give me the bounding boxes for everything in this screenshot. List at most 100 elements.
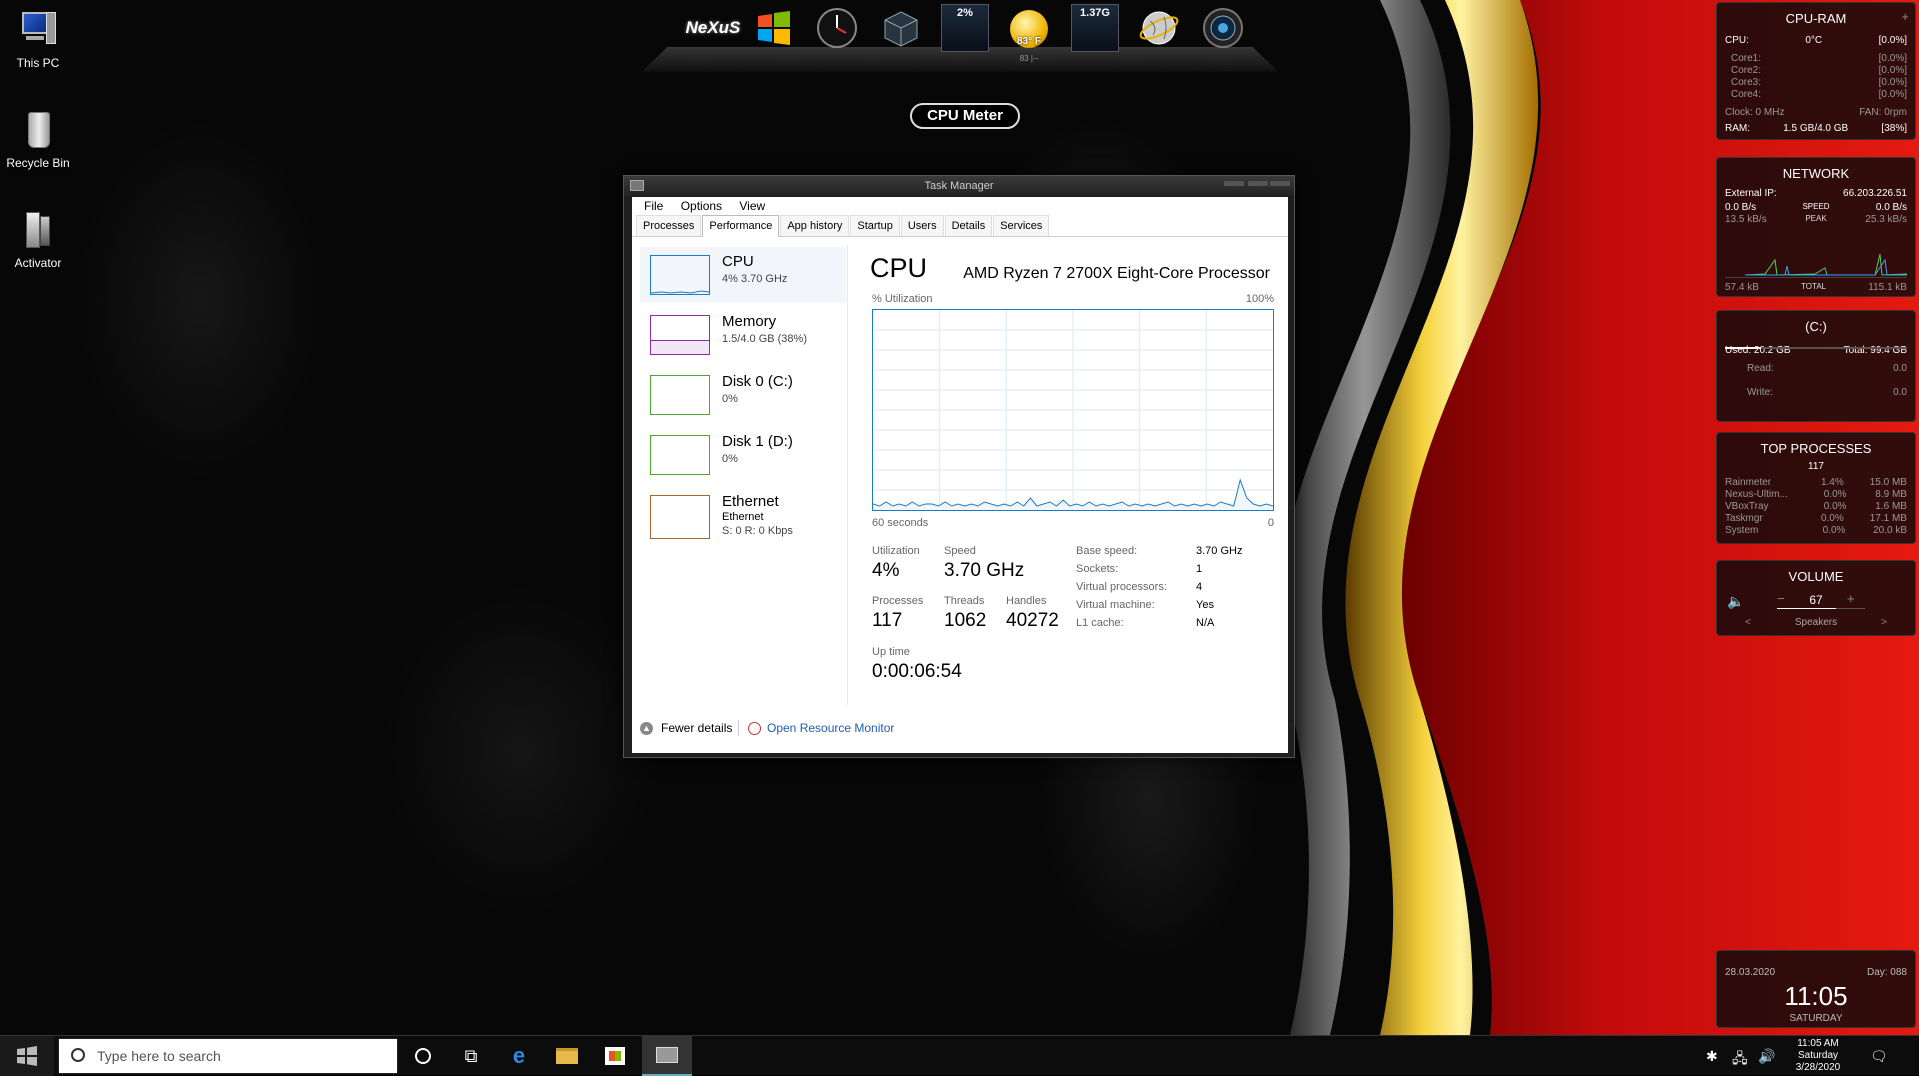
core-value: [0.0%] xyxy=(1878,65,1907,76)
sidebar-item-disk0[interactable]: Disk 0 (C:) 0% xyxy=(640,367,846,423)
menu-options[interactable]: Options xyxy=(681,199,722,213)
resource-monitor-label: Open Resource Monitor xyxy=(767,721,895,735)
taskbar-search-box[interactable]: Type here to search xyxy=(58,1038,398,1074)
process-mem: 15.0 MB xyxy=(1869,477,1907,488)
desktop-icon-this-pc[interactable]: This PC xyxy=(6,8,70,70)
total-download: 57.4 kB xyxy=(1725,282,1759,293)
cube-icon[interactable] xyxy=(877,4,925,52)
start-button[interactable] xyxy=(0,1036,54,1076)
clock-day-number: Day: 088 xyxy=(1866,967,1907,978)
network-tray-icon[interactable]: 🖧 xyxy=(1732,1048,1748,1072)
desktop-icon-activator[interactable]: Activator xyxy=(6,208,70,270)
tray-overflow-icon[interactable]: ✱ xyxy=(1706,1048,1718,1065)
cortana-icon[interactable] xyxy=(400,1036,446,1076)
gadget-title: NETWORK xyxy=(1782,166,1850,181)
detail-key: Sockets: xyxy=(1076,563,1119,575)
edge-browser-icon[interactable]: e xyxy=(496,1036,542,1076)
windows-flag-icon[interactable] xyxy=(750,4,798,52)
tab-performance[interactable]: Performance xyxy=(702,215,780,237)
tab-users[interactable]: Users xyxy=(900,215,944,236)
sidebar-item-disk1[interactable]: Disk 1 (D:) 0% xyxy=(640,427,846,483)
cpu-temp: 0°C xyxy=(1805,35,1823,46)
clock-date: 28.03.2020 xyxy=(1725,967,1776,978)
maximize-button[interactable] xyxy=(1248,181,1268,186)
volume-up-button[interactable]: + xyxy=(1847,591,1855,606)
menu-view[interactable]: View xyxy=(739,199,765,213)
core-label: Core4: xyxy=(1731,89,1762,100)
tab-services[interactable]: Services xyxy=(993,215,1050,236)
window-title: Task Manager xyxy=(924,180,994,192)
volume-slider[interactable] xyxy=(1777,608,1865,609)
detail-key: Base speed: xyxy=(1076,545,1138,557)
close-button[interactable] xyxy=(1270,181,1290,186)
ram-percent: [38%] xyxy=(1881,123,1907,134)
tab-processes[interactable]: Processes xyxy=(636,215,702,236)
core-value: [0.0%] xyxy=(1878,89,1907,100)
network-graph xyxy=(1725,230,1908,278)
detail-key: L1 cache: xyxy=(1076,617,1124,629)
peak-label: PEAK xyxy=(1805,214,1827,223)
upload-peak: 25.3 kB/s xyxy=(1865,214,1907,225)
process-row: Rainmeter 1.4% 15.0 MB xyxy=(1725,477,1907,488)
top-processes-gadget: TOP PROCESSES 117 Rainmeter 1.4% 15.0 MB Ne… xyxy=(1716,432,1916,544)
task-view-icon[interactable]: ⧉ xyxy=(448,1036,494,1076)
camera-icon[interactable] xyxy=(1199,4,1247,52)
recycle-bin-icon xyxy=(16,108,60,152)
gadget-title: VOLUME xyxy=(1788,569,1844,584)
sidebar-item-sub2: S: 0 R: 0 Kbps xyxy=(722,525,793,537)
uptime-label: Up time xyxy=(872,646,910,658)
tab-details[interactable]: Details xyxy=(944,215,993,236)
globe-icon[interactable] xyxy=(1135,4,1183,52)
windows-logo-icon xyxy=(17,1046,37,1066)
processes-value: 117 xyxy=(872,610,903,631)
memory-meter-widget[interactable]: 1.37G xyxy=(1071,4,1119,52)
disk-usage-bar xyxy=(1725,347,1907,349)
fan-speed: FAN: 0rpm xyxy=(1859,107,1907,118)
sidebar-item-sub: Ethernet xyxy=(722,511,764,523)
memory-readout: 1.37G xyxy=(1080,7,1110,19)
clock-icon[interactable] xyxy=(813,4,861,52)
cpu-meter-label: CPU Meter xyxy=(910,103,1020,129)
tray-date: 3/28/2020 xyxy=(1795,1062,1841,1073)
next-device-button[interactable]: > xyxy=(1881,617,1887,628)
volume-tray-icon[interactable]: 🔊 xyxy=(1758,1048,1775,1065)
menu-file[interactable]: File xyxy=(644,199,663,213)
taskbar: Type here to search ⧉ e ✱ 🖧 🔊 11:05 AM S… xyxy=(0,1035,1919,1076)
desktop-icon-recycle-bin[interactable]: Recycle Bin xyxy=(6,108,70,170)
performance-sidebar: CPU 4% 3.70 GHz Memory 1.5/4.0 GB (38%) … xyxy=(640,245,848,705)
process-row: Taskmgr 0.0% 17.1 MB xyxy=(1725,513,1907,524)
detail-value: N/A xyxy=(1196,617,1215,629)
process-name: Nexus-Ultim... xyxy=(1725,489,1788,500)
ram-value: 1.5 GB/4.0 GB xyxy=(1783,123,1849,134)
tray-clock[interactable]: 11:05 AM Saturday 3/28/2020 xyxy=(1786,1036,1850,1076)
process-mem: 1.6 MB xyxy=(1875,501,1907,512)
cpu-ram-gadget: CPU-RAM + CPU: 0°C [0.0%] Core1: [0.0%] C… xyxy=(1716,2,1916,140)
cpu-meter-widget[interactable]: 2% xyxy=(941,4,989,52)
fewer-details-label: Fewer details xyxy=(661,721,733,735)
open-resource-monitor-link[interactable]: Open Resource Monitor xyxy=(748,721,895,736)
minimize-button[interactable] xyxy=(1224,181,1244,186)
process-cpu: 0.0% xyxy=(1822,525,1846,536)
cpu-label: CPU: xyxy=(1725,35,1749,46)
file-explorer-icon[interactable] xyxy=(544,1036,590,1076)
threads-value: 1062 xyxy=(944,610,987,631)
tab-app-history[interactable]: App history xyxy=(780,215,850,236)
store-icon[interactable] xyxy=(592,1036,638,1076)
menu-bar: File Options View xyxy=(632,197,1288,215)
cpu-percent: [0.0%] xyxy=(1878,35,1907,46)
sidebar-item-ethernet[interactable]: Ethernet Ethernet S: 0 R: 0 Kbps xyxy=(640,487,846,547)
sidebar-item-sub: 0% xyxy=(722,453,738,465)
task-manager-titlebar[interactable]: Task Manager xyxy=(624,176,1294,196)
sidebar-item-title: CPU xyxy=(722,253,754,270)
action-center-icon[interactable]: 🗨 xyxy=(1870,1048,1888,1065)
tab-startup[interactable]: Startup xyxy=(850,215,900,236)
read-value: 0.0 xyxy=(1893,363,1907,374)
fewer-details-button[interactable]: ▲ Fewer details xyxy=(640,721,733,736)
task-manager-taskbar-button[interactable] xyxy=(642,1036,692,1076)
sidebar-item-cpu[interactable]: CPU 4% 3.70 GHz xyxy=(640,247,846,303)
plus-icon[interactable]: + xyxy=(1901,9,1909,24)
detail-key: Virtual processors: xyxy=(1076,581,1167,593)
weather-widget[interactable]: 83° F 83 |-- xyxy=(1005,4,1053,63)
sidebar-item-memory[interactable]: Memory 1.5/4.0 GB (38%) xyxy=(640,307,846,363)
cpu-model: AMD Ryzen 7 2700X Eight-Core Processor xyxy=(963,265,1270,282)
